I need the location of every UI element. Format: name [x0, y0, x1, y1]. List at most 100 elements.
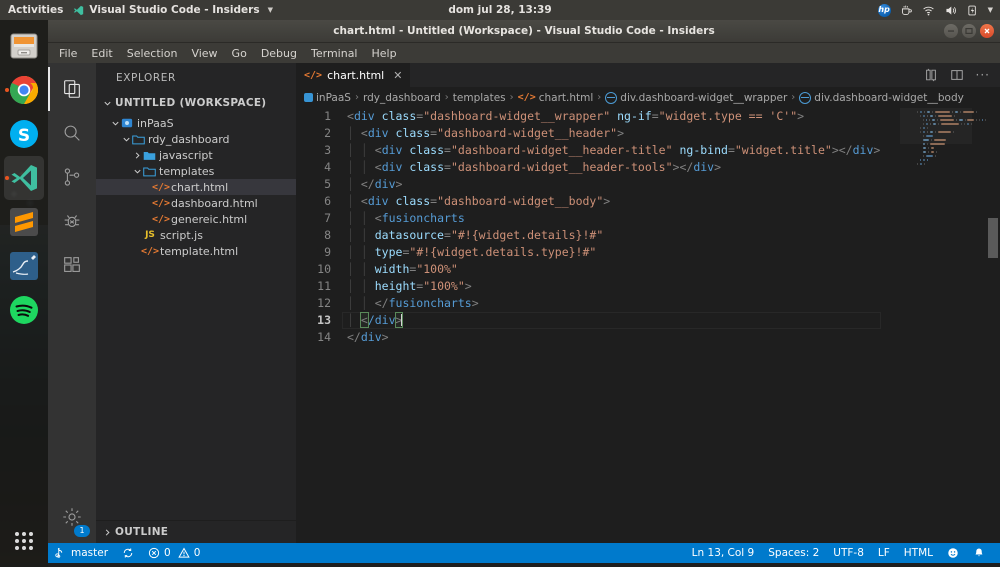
- vscode-icon: [74, 5, 84, 15]
- minimize-button[interactable]: [944, 24, 958, 38]
- statusbar-feedback[interactable]: [940, 543, 966, 563]
- outline-section-header[interactable]: OUTLINE: [96, 520, 296, 543]
- code-line[interactable]: 8 │ │ datasource="#!{widget.details}!#": [296, 227, 881, 244]
- activitybar-item-source-control[interactable]: [48, 155, 96, 199]
- battery-icon[interactable]: [966, 4, 979, 17]
- tree-item-script-js[interactable]: JS script.js: [96, 227, 296, 243]
- activitybar-item-explorer[interactable]: [48, 67, 96, 111]
- activitybar-item-extensions[interactable]: [48, 243, 96, 287]
- wifi-icon[interactable]: [922, 4, 935, 17]
- statusbar-problems[interactable]: 0 0: [141, 543, 207, 563]
- maximize-button[interactable]: [962, 24, 976, 38]
- statusbar-cursor-position[interactable]: Ln 13, Col 9: [685, 543, 762, 563]
- statusbar-eol[interactable]: LF: [871, 543, 897, 563]
- menu-terminal[interactable]: Terminal: [304, 45, 365, 62]
- coffee-cup-icon[interactable]: [900, 4, 913, 17]
- dock-item-visual-studio-code-insiders[interactable]: [4, 156, 44, 200]
- breadcrumb-item-inpaas[interactable]: inPaaS: [304, 92, 351, 104]
- tree-item-label: javascript: [159, 148, 213, 162]
- statusbar-encoding[interactable]: UTF-8: [826, 543, 871, 563]
- breadcrumb-item-wrapper-div[interactable]: div.dashboard-widget__wrapper: [605, 91, 787, 104]
- more-actions-icon[interactable]: ···: [976, 68, 990, 82]
- hp-logo-icon[interactable]: hp: [877, 3, 891, 17]
- minimap-line: [920, 158, 986, 161]
- code-line[interactable]: 9 │ │ type="#!{widget.details.type}!#": [296, 244, 881, 261]
- activitybar-item-manage[interactable]: 1: [48, 495, 96, 543]
- code-line[interactable]: 13 │ </div>: [296, 312, 881, 329]
- code-lines: 1 <div class="dashboard-widget__wrapper" …: [296, 108, 881, 346]
- menu-debug[interactable]: Debug: [254, 45, 304, 62]
- code-line[interactable]: 14 </div>: [296, 329, 881, 346]
- dock-item-mysql-workbench[interactable]: [4, 244, 44, 288]
- code-line[interactable]: 12 │ │ </fusioncharts>: [296, 295, 881, 312]
- tree-item-label: genereic.html: [171, 212, 248, 226]
- activities-button[interactable]: Activities: [0, 4, 73, 16]
- breadcrumb-item-body-div[interactable]: div.dashboard-widget__body: [799, 91, 964, 104]
- activitybar-item-search[interactable]: [48, 111, 96, 155]
- statusbar-sync[interactable]: [115, 543, 141, 563]
- editor-scrollbar[interactable]: [986, 108, 1000, 543]
- file-tree: inPaaS rdy_dashboard javascript template…: [96, 114, 296, 520]
- chevron-down-icon[interactable]: ▼: [988, 6, 993, 14]
- menu-bar: File Edit Selection View Go Debug Termin…: [48, 43, 1000, 63]
- code-line[interactable]: 5 │ </div>: [296, 176, 881, 193]
- dock-item-google-chrome[interactable]: [4, 68, 44, 112]
- menu-help[interactable]: Help: [365, 45, 404, 62]
- menu-go[interactable]: Go: [225, 45, 254, 62]
- tree-item-dashboard-html[interactable]: </> dashboard.html: [96, 195, 296, 211]
- code-line[interactable]: 11 │ │ height="100%">: [296, 278, 881, 295]
- dock-item-files[interactable]: [4, 24, 44, 68]
- dock-item-sublime-text[interactable]: [4, 200, 44, 244]
- topbar-app-menu[interactable]: Visual Studio Code - Insiders ▼: [73, 4, 273, 16]
- menu-view[interactable]: View: [184, 45, 224, 62]
- code-line[interactable]: 7 │ │ <fusioncharts: [296, 210, 881, 227]
- tree-item-chart-html[interactable]: </> chart.html: [96, 179, 296, 195]
- tab-chart-html[interactable]: </> chart.html ✕: [296, 63, 412, 87]
- breadcrumb-item-templates[interactable]: templates: [453, 92, 506, 104]
- statusbar-notifications[interactable]: [966, 543, 992, 563]
- line-content: │ │ <fusioncharts: [347, 211, 465, 225]
- breadcrumb-item-rdy-dashboard[interactable]: rdy_dashboard: [363, 92, 441, 104]
- split-editor-icon[interactable]: [950, 68, 964, 82]
- code-line[interactable]: 3 │ │ <div class="dashboard-widget__heade…: [296, 142, 881, 159]
- workspace-section-header[interactable]: UNTITLED (WORKSPACE): [96, 92, 296, 114]
- breadcrumb-separator: ›: [444, 92, 449, 103]
- split-editor-orientation-icon[interactable]: [924, 68, 938, 82]
- close-button[interactable]: [980, 24, 994, 38]
- menu-file[interactable]: File: [52, 45, 84, 62]
- chevron-down-icon: [132, 167, 142, 176]
- code-line[interactable]: 6 │ <div class="dashboard-widget__body">: [296, 193, 881, 210]
- code-line[interactable]: 4 │ │ <div class="dashboard-widget__heade…: [296, 159, 881, 176]
- tree-item-javascript[interactable]: javascript: [96, 147, 296, 163]
- dock-item-spotify[interactable]: [4, 288, 44, 332]
- statusbar-git-branch[interactable]: master: [48, 543, 115, 563]
- volume-icon[interactable]: [944, 4, 957, 17]
- minimap-line: [917, 162, 986, 165]
- tree-item-rdy-dashboard[interactable]: rdy_dashboard: [96, 131, 296, 147]
- code-editor[interactable]: 1 <div class="dashboard-widget__wrapper" …: [296, 108, 1000, 543]
- activitybar-item-debug[interactable]: [48, 199, 96, 243]
- code-line[interactable]: 2 │ <div class="dashboard-widget__header"…: [296, 125, 881, 142]
- files-icon: [64, 80, 80, 98]
- minimap-line: [923, 134, 986, 137]
- code-line[interactable]: 10 │ │ width="100%": [296, 261, 881, 278]
- breadcrumb-item-chart-html[interactable]: </> chart.html: [518, 92, 594, 104]
- line-content: </div>: [347, 330, 389, 344]
- tree-item-genereic-html[interactable]: </> genereic.html: [96, 211, 296, 227]
- scrollbar-thumb[interactable]: [988, 218, 998, 258]
- close-icon[interactable]: ✕: [393, 69, 402, 82]
- menu-selection[interactable]: Selection: [120, 45, 185, 62]
- menu-edit[interactable]: Edit: [84, 45, 119, 62]
- dock-item-skype[interactable]: S: [4, 112, 44, 156]
- statusbar-indentation[interactable]: Spaces: 2: [761, 543, 826, 563]
- minimap-line: [920, 130, 986, 133]
- statusbar-language-mode[interactable]: HTML: [897, 543, 940, 563]
- show-applications-button[interactable]: [4, 521, 44, 561]
- tree-item-template-html[interactable]: </> template.html: [96, 243, 296, 259]
- tree-item-templates[interactable]: templates: [96, 163, 296, 179]
- minimap[interactable]: [914, 108, 987, 543]
- line-number: 1: [324, 109, 331, 123]
- error-count: 0: [164, 547, 171, 559]
- tree-item-inpaas[interactable]: inPaaS: [96, 115, 296, 131]
- code-line[interactable]: 1 <div class="dashboard-widget__wrapper" …: [296, 108, 881, 125]
